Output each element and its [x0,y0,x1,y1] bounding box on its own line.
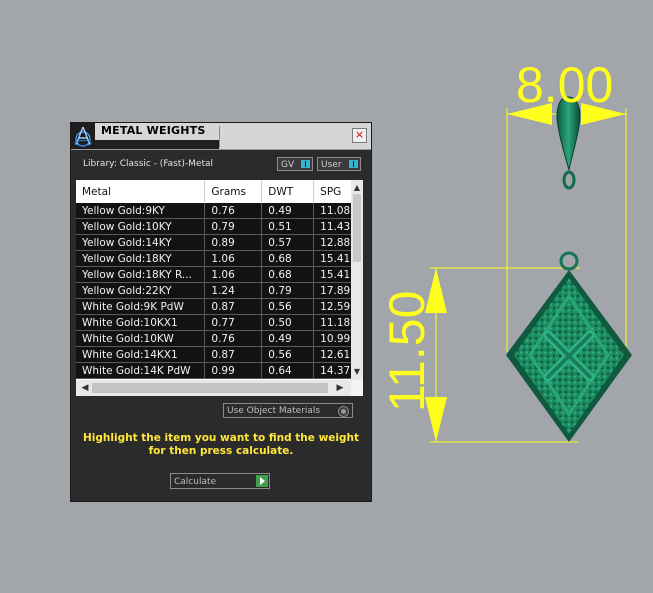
table-row[interactable]: Yellow Gold:10KY 0.79 0.51 11.43 [76,218,363,235]
title-divider [219,126,220,148]
grams-cell: 0.77 [204,314,263,331]
column-header-dwt[interactable]: DWT [261,180,315,203]
scroll-down-icon[interactable]: ▼ [352,366,362,378]
grams-cell: 1.24 [204,282,263,299]
table-row[interactable]: Yellow Gold:18KY 1.06 0.68 15.41 [76,250,363,267]
scroll-left-icon[interactable]: ◀ [79,382,91,394]
metal-cell: White Gold:9K PdW [76,298,206,315]
column-header-grams[interactable]: Grams [204,180,263,203]
library-label: Library: Classic - (Fast)-Metal [83,159,214,169]
use-object-materials-option[interactable]: Use Object Materials [223,403,353,418]
dwt-cell: 0.49 [261,330,315,347]
toggle-knob-icon [349,160,358,168]
calculate-button[interactable]: Calculate [170,473,270,489]
table-row[interactable]: White Gold:14K PdW 0.99 0.64 14.37 [76,362,363,379]
height-dimension-label: 11.50 [379,290,435,412]
metal-cell: White Gold:14K PdW [76,362,206,379]
horizontal-scroll-thumb[interactable] [92,383,328,393]
use-object-materials-label: Use Object Materials [227,406,321,416]
table-row[interactable]: Yellow Gold:22KY 1.24 0.79 17.89 [76,282,363,299]
close-button[interactable]: × [352,128,367,143]
grams-cell: 1.06 [204,266,263,283]
grams-cell: 0.89 [204,234,263,251]
column-header-metal[interactable]: Metal [76,180,206,203]
metal-cell: Yellow Gold:18KY R... [76,266,206,283]
toggle-knob-icon [301,160,310,168]
metal-table: Metal Grams DWT SPG Yellow Gold:9KY 0.76 0… [76,180,363,396]
table-row[interactable]: Yellow Gold:9KY 0.76 0.49 11.08 [76,203,363,219]
app-logo-icon [71,123,95,149]
dwt-cell: 0.56 [261,298,315,315]
scroll-up-icon[interactable]: ▲ [352,182,362,194]
scroll-right-icon[interactable]: ▶ [334,382,346,394]
metal-cell: Yellow Gold:9KY [76,203,206,219]
table-row[interactable]: White Gold:14KX1 0.87 0.56 12.61 [76,346,363,363]
table-row[interactable]: White Gold:10KX1 0.77 0.50 11.18 [76,314,363,331]
play-arrow-icon[interactable] [256,475,268,487]
pendant-model[interactable] [506,251,632,442]
dwt-cell: 0.64 [261,362,315,379]
metal-cell: Yellow Gold:18KY [76,250,206,267]
metal-cell: White Gold:10KX1 [76,314,206,331]
metal-weights-panel: METAL WEIGHTS × Library: Classic - (Fast… [70,122,372,502]
grams-cell: 0.87 [204,298,263,315]
grams-cell: 0.76 [204,203,263,219]
dwt-cell: 0.49 [261,203,315,219]
vertical-scrollbar[interactable]: ▲ ▼ [351,180,363,380]
gv-toggle-label: GV [281,160,295,170]
grams-cell: 0.99 [204,362,263,379]
title-strip [95,140,219,149]
metal-cell: White Gold:10KW [76,330,206,347]
metal-cell: Yellow Gold:14KY [76,234,206,251]
dwt-cell: 0.57 [261,234,315,251]
table-row[interactable]: Yellow Gold:18KY R... 1.06 0.68 15.41 [76,266,363,283]
dwt-cell: 0.50 [261,314,315,331]
panel-title: METAL WEIGHTS [101,124,206,137]
radio-icon[interactable] [338,406,349,417]
metal-cell: Yellow Gold:22KY [76,282,206,299]
metal-cell: Yellow Gold:10KY [76,218,206,235]
width-dimension-label: 8.00 [516,57,614,113]
scrollbar-corner [351,380,363,396]
dwt-cell: 0.68 [261,266,315,283]
table-header-row: Metal Grams DWT SPG [76,180,363,203]
user-toggle-label: User [321,160,342,170]
calculate-label: Calculate [174,477,217,487]
table-row[interactable]: Yellow Gold:14KY 0.89 0.57 12.88 [76,234,363,251]
dwt-cell: 0.79 [261,282,315,299]
grams-cell: 0.79 [204,218,263,235]
horizontal-scrollbar[interactable]: ◀ ▶ [76,380,363,396]
grams-cell: 0.87 [204,346,263,363]
grams-cell: 1.06 [204,250,263,267]
grams-cell: 0.76 [204,330,263,347]
table-row[interactable]: White Gold:10KW 0.76 0.49 10.99 [76,330,363,347]
user-toggle[interactable]: User [317,157,361,171]
vertical-scroll-thumb[interactable] [353,194,361,262]
panel-titlebar[interactable]: METAL WEIGHTS × [71,123,371,150]
table-row[interactable]: White Gold:9K PdW 0.87 0.56 12.59 [76,298,363,315]
gv-toggle[interactable]: GV [277,157,313,171]
instruction-text: Highlight the item you want to find the … [83,432,359,457]
dwt-cell: 0.56 [261,346,315,363]
metal-cell: White Gold:14KX1 [76,346,206,363]
dwt-cell: 0.68 [261,250,315,267]
dwt-cell: 0.51 [261,218,315,235]
